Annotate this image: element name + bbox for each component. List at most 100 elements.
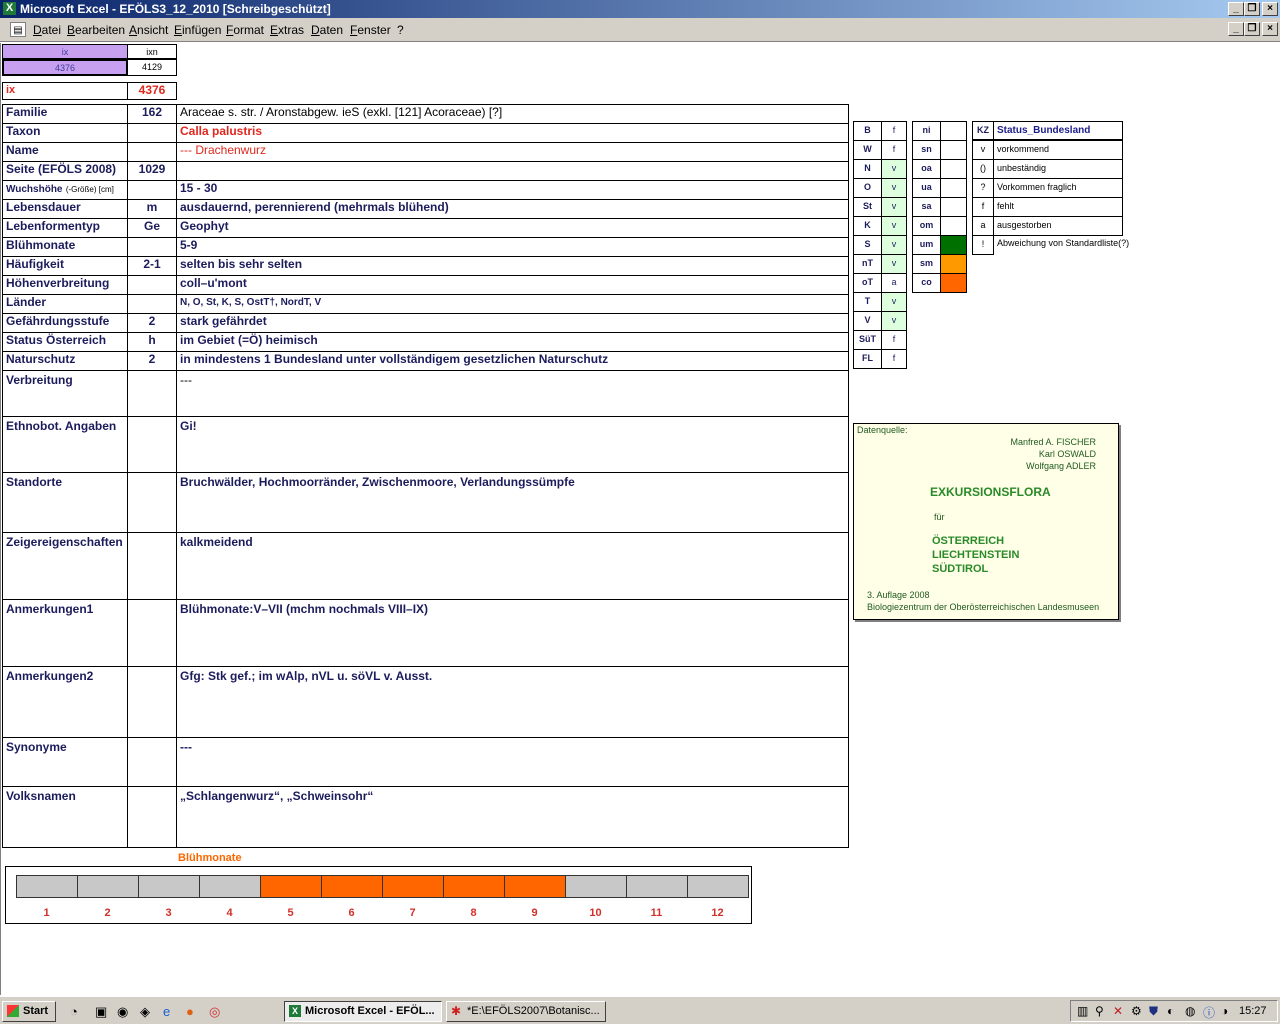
row-label[interactable]: Naturschutz	[2, 351, 128, 371]
tray-icon-4[interactable]: ⚙	[1131, 1004, 1142, 1018]
row-label[interactable]: Häufigkeit	[2, 256, 128, 276]
tall-row-code[interactable]	[127, 666, 177, 738]
row-value[interactable]: stark gefährdet	[176, 313, 849, 333]
state-code[interactable]: B	[853, 121, 882, 141]
row-code[interactable]	[127, 123, 177, 143]
legend-text[interactable]: Vorkommen fraglich	[993, 178, 1123, 198]
altitude-code[interactable]: sn	[912, 140, 941, 160]
state-status[interactable]: f	[881, 140, 907, 160]
state-code[interactable]: T	[853, 292, 882, 312]
altitude-color-cell[interactable]	[940, 159, 967, 179]
menu-extras[interactable]: Extras	[270, 23, 304, 37]
tall-row-code[interactable]	[127, 416, 177, 473]
tray-search-icon[interactable]: ⚲	[1095, 1004, 1104, 1018]
ixn-value-cell[interactable]: 4129	[127, 59, 177, 76]
state-status[interactable]: f	[881, 349, 907, 369]
row-code[interactable]: Ge	[127, 218, 177, 238]
doc-restore-button[interactable]: ❐	[1244, 22, 1260, 36]
close-button[interactable]: ×	[1262, 2, 1278, 16]
state-status[interactable]: v	[881, 292, 907, 312]
altitude-code[interactable]: ua	[912, 178, 941, 198]
tray-shield-icon[interactable]: ⛊	[1149, 1004, 1158, 1019]
legend-text[interactable]: unbeständig	[993, 159, 1123, 179]
quicklaunch-icon-3[interactable]: ◉	[117, 1004, 128, 1020]
row-label[interactable]: Höhenverbreitung	[2, 275, 128, 295]
menu-datei[interactable]: Datei	[33, 23, 61, 37]
tall-row-code[interactable]	[127, 786, 177, 848]
row-code[interactable]	[127, 142, 177, 162]
state-code[interactable]: SüT	[853, 330, 882, 350]
tall-row-label[interactable]: Zeigereigenschaften	[2, 532, 128, 600]
legend-kz[interactable]: ()	[972, 159, 994, 179]
ix-header[interactable]: ix	[2, 44, 128, 59]
row-label[interactable]: Lebenformentyp	[2, 218, 128, 238]
tall-row-code[interactable]	[127, 370, 177, 417]
menu-daten[interactable]: Daten	[311, 23, 343, 37]
row-value[interactable]: --- Drachenwurz	[176, 142, 849, 162]
tall-row-code[interactable]	[127, 599, 177, 667]
tray-info-icon[interactable]: ⓘ	[1203, 1004, 1215, 1021]
altitude-code[interactable]: ni	[912, 121, 941, 141]
altitude-color-cell[interactable]	[940, 235, 967, 255]
row-label[interactable]: Gefährdungsstufe	[2, 313, 128, 333]
legend-kz[interactable]: ?	[972, 178, 994, 198]
menu-bearbeiten[interactable]: Bearbeiten	[67, 23, 125, 37]
row-label[interactable]: Name	[2, 142, 128, 162]
row-label[interactable]: Familie	[2, 104, 128, 124]
altitude-code[interactable]: sm	[912, 254, 941, 274]
quicklaunch-icon-1[interactable]: ◔	[70, 1004, 78, 1019]
row-label[interactable]: Status Österreich	[2, 332, 128, 352]
legend-text[interactable]: fehlt	[993, 197, 1123, 217]
state-status[interactable]: v	[881, 197, 907, 217]
ix-value-cell[interactable]: 4376	[2, 59, 128, 76]
row-code[interactable]	[127, 180, 177, 200]
altitude-code[interactable]: om	[912, 216, 941, 236]
legend-text[interactable]: Abweichung von Standardliste(?)	[993, 235, 1129, 255]
row-value[interactable]: 5-9	[176, 237, 849, 257]
row-value[interactable]: Calla palustris	[176, 123, 849, 143]
state-status[interactable]: f	[881, 330, 907, 350]
row-code[interactable]: 162	[127, 104, 177, 124]
state-status[interactable]: v	[881, 159, 907, 179]
tall-row-label[interactable]: Synonyme	[2, 737, 128, 787]
row-label[interactable]: Länder	[2, 294, 128, 314]
row-value[interactable]: coll–u'mont	[176, 275, 849, 295]
document-icon[interactable]: ▤	[10, 22, 26, 37]
altitude-code[interactable]: sa	[912, 197, 941, 217]
altitude-color-cell[interactable]	[940, 216, 967, 236]
row-code[interactable]: 2	[127, 351, 177, 371]
menu-fenster[interactable]: Fenster	[350, 23, 391, 37]
altitude-color-cell[interactable]	[940, 140, 967, 160]
quicklaunch-icon-2[interactable]: ▣	[95, 1004, 107, 1020]
tall-row-code[interactable]	[127, 737, 177, 787]
row-code[interactable]: 1029	[127, 161, 177, 181]
altitude-code[interactable]: um	[912, 235, 941, 255]
tall-row-label[interactable]: Standorte	[2, 472, 128, 533]
state-code[interactable]: O	[853, 178, 882, 198]
state-status[interactable]: v	[881, 235, 907, 255]
maximize-button[interactable]: ❐	[1244, 2, 1260, 16]
chrome-icon[interactable]: ◎	[209, 1004, 220, 1020]
row-label[interactable]: Blühmonate	[2, 237, 128, 257]
state-code[interactable]: nT	[853, 254, 882, 274]
state-code[interactable]: FL	[853, 349, 882, 369]
legend-text[interactable]: vorkommend	[993, 140, 1123, 160]
state-status[interactable]: f	[881, 121, 907, 141]
ie-icon[interactable]: e	[163, 1004, 170, 1019]
state-code[interactable]: St	[853, 197, 882, 217]
row-value[interactable]: ausdauernd, perennierend (mehrmals blühe…	[176, 199, 849, 219]
legend-kz[interactable]: !	[972, 235, 994, 255]
menu-format[interactable]: Format	[226, 23, 264, 37]
task-excel[interactable]: X Microsoft Excel - EFÖL...	[284, 1001, 442, 1022]
ix-label-cell[interactable]: ix	[2, 82, 128, 100]
tall-row-value[interactable]: „Schlangenwurz“, „Schweinsohr“	[176, 786, 849, 848]
tall-row-code[interactable]	[127, 472, 177, 533]
quicklaunch-icon-4[interactable]: ◈	[140, 1004, 150, 1020]
row-label[interactable]: Taxon	[2, 123, 128, 143]
tall-row-value[interactable]: Gfg: Stk gef.; im wAlp, nVL u. söVL v. A…	[176, 666, 849, 738]
tall-row-value[interactable]: Gi!	[176, 416, 849, 473]
tray-icon-9[interactable]: ◑	[1221, 1004, 1228, 1018]
doc-minimize-button[interactable]: _	[1228, 22, 1244, 36]
row-label[interactable]: Lebensdauer	[2, 199, 128, 219]
altitude-color-cell[interactable]	[940, 273, 967, 293]
